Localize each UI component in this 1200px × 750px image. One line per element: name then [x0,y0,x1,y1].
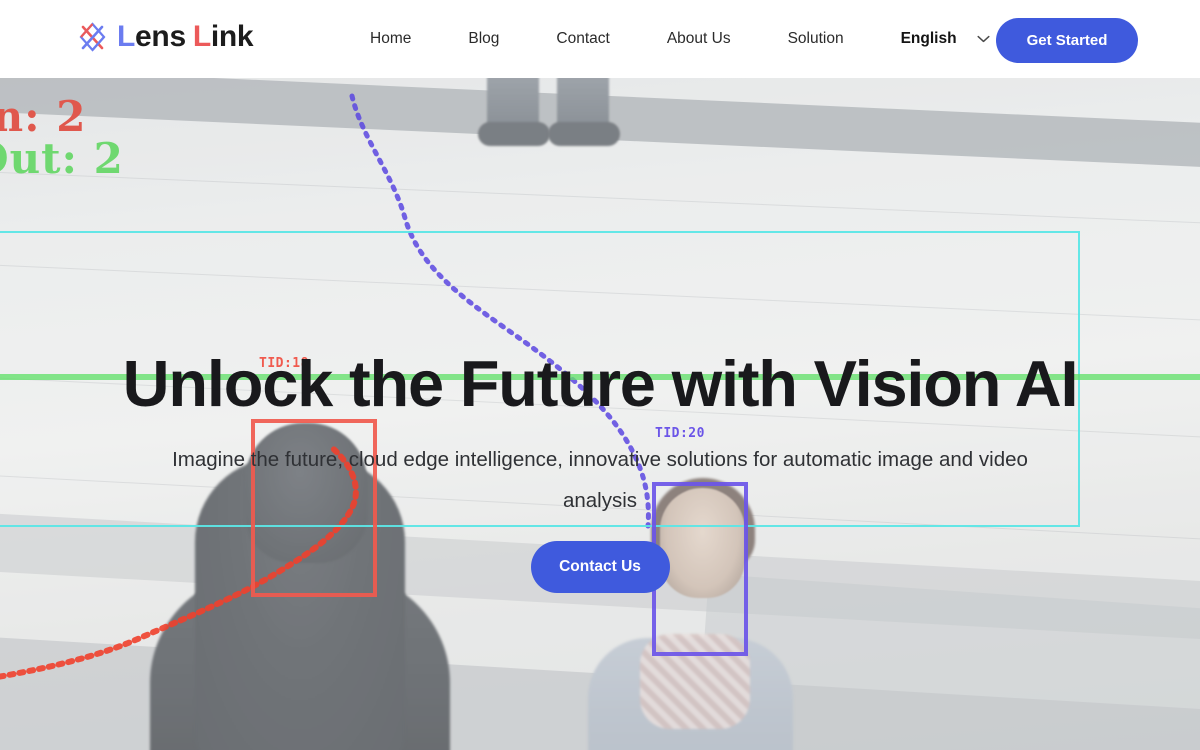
track-id-label-20: TID:20 [655,426,705,441]
hero-section: TID:18 TID:20 In: 2 Out: 2 Unlock the Fu… [0,78,1200,750]
site-header: Lens Link Home Blog Contact About Us Solu… [0,0,1200,78]
contact-us-button[interactable]: Contact Us [530,541,670,594]
bounding-box-tid-18 [251,419,377,597]
surveillance-video-background: TID:18 TID:20 In: 2 Out: 2 [0,78,1200,750]
chevron-down-icon [977,35,990,43]
brand-name: Lens Link [117,18,254,56]
language-selector-label: English [900,30,957,47]
language-selector[interactable]: English [901,30,990,48]
brand-text-ens: ens [135,20,186,53]
get-started-button[interactable]: Get Started [996,18,1138,63]
nav-item-contact[interactable]: Contact [556,0,609,78]
nav-item-blog[interactable]: Blog [468,0,499,78]
nav-item-about-us[interactable]: About Us [667,0,731,78]
brand-text-ink: ink [210,20,254,53]
brand-logo[interactable]: Lens Link [78,18,254,56]
main-navigation: Home Blog Contact About Us Solution Engl… [370,0,990,78]
diamond-cross-icon [78,18,108,56]
nav-item-home[interactable]: Home [370,0,411,78]
brand-letter-l-blue: L [117,20,136,53]
counter-out: Out: 2 [0,134,124,183]
nav-item-solution[interactable]: Solution [788,0,844,78]
track-id-label-18: TID:18 [259,356,309,371]
brand-letter-l-red: L [192,20,211,53]
counting-line [0,374,1200,380]
